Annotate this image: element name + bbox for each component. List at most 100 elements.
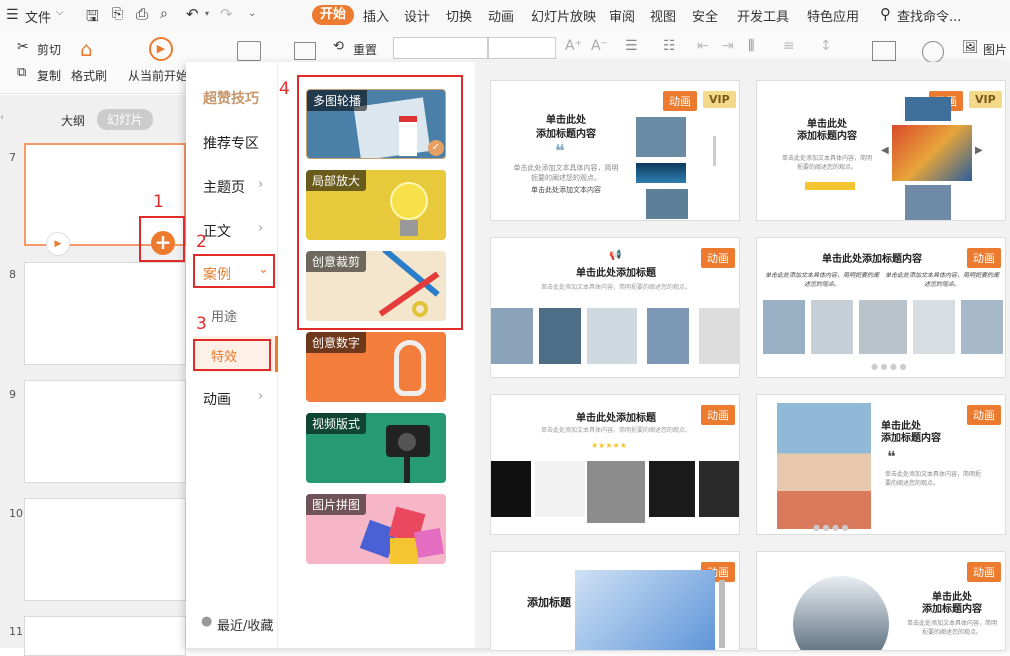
bullet-list-icon[interactable]: ☰ [625, 38, 638, 54]
slide-thumbnail-11[interactable] [24, 616, 186, 656]
hamburger-icon[interactable]: ☰ [6, 7, 19, 23]
category-animation[interactable]: 动画 [203, 389, 231, 409]
photo [539, 308, 581, 364]
tab-animation[interactable]: 动画 [488, 6, 514, 25]
picture-button[interactable]: 图片 [983, 41, 1007, 58]
tab-special[interactable]: 特色应用 [807, 6, 859, 25]
subcategory-usage[interactable]: 用途 [211, 306, 237, 325]
numbered-list-icon[interactable]: ☷ [663, 38, 676, 54]
copy-button[interactable]: 复制 [37, 67, 61, 84]
annotation-number-4: 4 [279, 79, 290, 99]
font-size-select[interactable] [488, 37, 556, 59]
font-increase-icon[interactable]: A⁺ [565, 38, 582, 54]
category-recommended[interactable]: 推荐专区 [203, 133, 259, 153]
camera-lens [398, 433, 416, 451]
customize-dropdown-icon[interactable]: ⌄ [248, 8, 256, 19]
export-icon[interactable]: ⎘ [112, 6, 123, 22]
card-title: 单击此处添加标题内容 [822, 254, 922, 265]
line-spacing-icon[interactable]: ↕ [820, 38, 832, 54]
print-preview-icon[interactable]: ⌕ [160, 6, 168, 22]
reset-icon[interactable]: ⟲ [333, 39, 344, 54]
tab-outline[interactable]: 大纲 [61, 112, 85, 129]
play-icon[interactable]: ▶ [46, 232, 70, 256]
tab-home[interactable]: 开始 [312, 5, 354, 25]
circle-photo [793, 576, 889, 650]
subcard-label: 视频版式 [306, 413, 367, 434]
layout-icon[interactable] [294, 42, 316, 60]
tab-security[interactable]: 安全 [692, 6, 718, 25]
print-icon[interactable]: ⎙ [136, 5, 148, 23]
font-name-select[interactable] [393, 37, 488, 59]
format-painter-icon[interactable]: ⌂ [80, 37, 93, 61]
text-box-icon[interactable] [872, 41, 896, 61]
font-decrease-icon[interactable]: A⁻ [591, 38, 608, 54]
subcard-video-layout[interactable]: 视频版式 [306, 413, 446, 483]
tab-developer[interactable]: 开发工具 [737, 6, 789, 25]
increase-indent-icon[interactable]: ⇥ [722, 38, 734, 54]
undo-dropdown-icon[interactable]: ▾ [205, 9, 209, 18]
slide-thumbnail-10[interactable] [24, 498, 186, 601]
photo [646, 189, 688, 219]
tab-review[interactable]: 审阅 [609, 6, 635, 25]
subcard-creative-number[interactable]: 创意数字 [306, 332, 446, 402]
tab-view[interactable]: 视图 [650, 6, 676, 25]
undo-icon[interactable]: ↶ [186, 5, 199, 23]
anim-badge: 动画 [701, 248, 735, 268]
highlight-bar [805, 182, 855, 190]
template-card[interactable]: 动画 VIP 单击此处 添加标题内容 ❝ 单击此处添加文本具体内容，简明扼要的阐… [490, 80, 740, 221]
file-menu[interactable]: 文件 [25, 7, 51, 26]
annotation-box-1 [139, 216, 185, 262]
slide-thumbnail-8[interactable] [24, 262, 186, 365]
card-title-line1: 单击此处 [546, 115, 586, 126]
scissors-icon[interactable]: ✂ [17, 39, 29, 55]
anim-badge: 动画 [967, 248, 1001, 268]
recent-favorites[interactable]: 最近/收藏 [217, 615, 273, 634]
new-slide-icon[interactable] [237, 41, 261, 61]
tab-design[interactable]: 设计 [404, 6, 430, 25]
text-direction-icon[interactable]: ⫼ [748, 38, 754, 54]
tab-slideshow[interactable]: 幻灯片放映 [531, 6, 596, 25]
photo [913, 300, 955, 354]
picture-icon[interactable]: 🖼 [962, 40, 979, 55]
cut-button[interactable]: 剪切 [37, 41, 61, 58]
template-card[interactable]: 动画 单击此处 添加标题内容 单击此处添加文本具体内容，简明扼要的阐述您的观点。 [756, 551, 1006, 651]
format-painter-button[interactable]: 格式刷 [71, 67, 107, 84]
tab-transition[interactable]: 切换 [446, 6, 472, 25]
category-theme-page[interactable]: 主题页 [203, 177, 245, 197]
card-body: 单击此处添加文本具体内容，简明扼要的阐述您的观点。 [513, 164, 619, 182]
slide-thumbnail-9[interactable] [24, 380, 186, 483]
category-body[interactable]: 正文 [203, 221, 231, 241]
photo [859, 300, 907, 354]
card-body: 单击此处添加文本具体内容，简明扼要的阐述您的观点。 [540, 427, 691, 434]
collapse-icon[interactable]: ‹ [0, 112, 4, 123]
reset-button[interactable]: 重置 [353, 41, 377, 58]
template-card[interactable]: 动画 单击此处添加标题内容 单击此处添加文本具体内容，简明扼要的阐述您的观点。 … [756, 237, 1006, 378]
card-title: 单击此处添加标题 [576, 413, 656, 424]
slide-number: 7 [9, 151, 16, 164]
wave-photo [636, 163, 686, 183]
decrease-indent-icon[interactable]: ⇤ [697, 38, 709, 54]
annotation-number-3: 3 [196, 314, 207, 334]
tab-slides[interactable]: 幻灯片 [97, 109, 154, 130]
search-command[interactable]: 查找命令... [897, 6, 961, 25]
template-card[interactable]: 动画 单击此处 添加标题内容 ❝ 单击此处添加文本具体内容，简明扼要的阐述您的观… [756, 394, 1006, 535]
tab-insert[interactable]: 插入 [363, 6, 389, 25]
search-icon[interactable]: ⚲ [880, 5, 891, 23]
photo [636, 117, 686, 157]
align-text-icon[interactable]: ≡ [783, 38, 795, 54]
template-card[interactable]: 动画 VIP 单击此处 添加标题内容 单击此处添加文本具体内容，简明扼要的阐述您… [756, 80, 1006, 221]
play-from-current-button[interactable]: 从当前开始 [128, 67, 188, 84]
template-card[interactable]: 动画 单击此处添加标题 单击此处添加文本具体内容，简明扼要的阐述您的观点。 ★★… [490, 394, 740, 535]
template-card[interactable]: 动画 📢 单击此处添加标题 单击此处添加文本具体内容，简明扼要的阐述您的观点。 [490, 237, 740, 378]
chevron-right-icon: › [258, 221, 264, 236]
shape-icon[interactable] [922, 41, 944, 63]
category-super-tips[interactable]: 超赞技巧 [203, 88, 259, 108]
redo-icon[interactable]: ↷ [220, 5, 233, 23]
chevron-down-icon[interactable]: ⌵ [56, 7, 64, 18]
play-icon[interactable]: ▶ [149, 37, 173, 61]
save-icon[interactable]: 🖫 [86, 6, 99, 31]
template-card[interactable]: 动画 添加标题 [490, 551, 740, 651]
quote-icon: ❝ [887, 447, 896, 466]
subcard-image-puzzle[interactable]: 图片拼图 [306, 494, 446, 564]
copy-icon[interactable]: ⧉ [17, 65, 26, 80]
